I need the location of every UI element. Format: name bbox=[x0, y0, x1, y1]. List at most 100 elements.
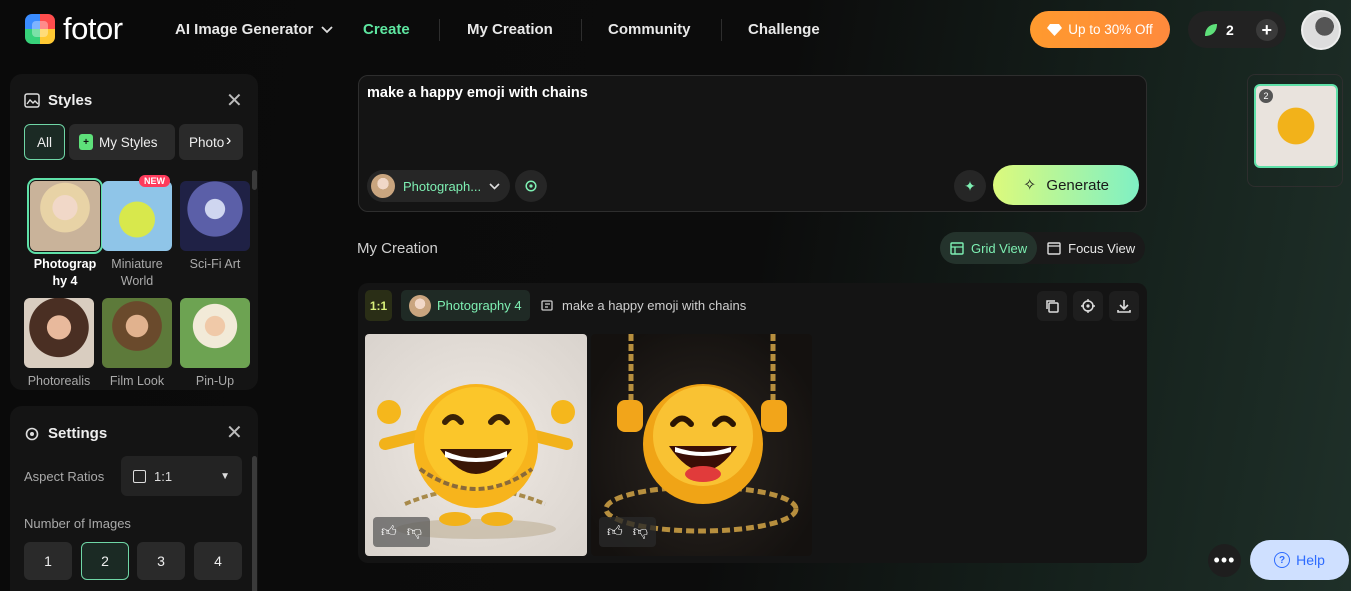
add-credits-button[interactable]: + bbox=[1255, 18, 1278, 41]
style-selector-label: Photograph... bbox=[403, 178, 482, 194]
tab-photo[interactable]: Photo bbox=[179, 124, 243, 160]
style-thumb bbox=[180, 298, 250, 368]
fotor-logo[interactable]: fotor bbox=[25, 11, 123, 46]
settings-panel: Settings ✕ Aspect Ratios 1:1 ▼ Number of… bbox=[10, 406, 258, 591]
fotor-logo-icon bbox=[25, 14, 55, 44]
remix-button[interactable] bbox=[1073, 291, 1103, 321]
count-option-2[interactable]: 2 bbox=[81, 542, 129, 580]
my-styles-icon: + bbox=[79, 134, 93, 150]
style-card-film-look[interactable]: Film Look bbox=[98, 298, 176, 390]
style-label: Film Look bbox=[109, 374, 165, 388]
number-of-images-label: Number of Images bbox=[24, 516, 131, 531]
style-thumb bbox=[102, 298, 172, 368]
generate-label: Generate bbox=[1046, 176, 1109, 194]
prompt-input[interactable]: make a happy emoji with chains bbox=[367, 85, 588, 101]
history-thumbnail[interactable]: 2 bbox=[1254, 84, 1338, 168]
count-option-4[interactable]: 4 bbox=[194, 542, 242, 580]
nav-divider bbox=[581, 19, 582, 41]
copy-icon bbox=[1046, 300, 1059, 313]
styles-title: Styles bbox=[48, 92, 93, 109]
style-thumb: NEW bbox=[102, 175, 172, 251]
advanced-settings-button[interactable] bbox=[515, 170, 547, 202]
view-toggle: Grid View Focus View bbox=[940, 232, 1146, 264]
thumbs-up-icon[interactable]: 👍︎ bbox=[381, 523, 397, 541]
thumbs-down-icon[interactable]: 👎︎ bbox=[407, 523, 422, 541]
download-button[interactable] bbox=[1109, 291, 1139, 321]
style-label: Photorealis bbox=[27, 374, 91, 388]
thumbs-up-icon[interactable]: 👍︎ bbox=[607, 523, 623, 541]
remix-icon bbox=[1081, 299, 1095, 313]
more-options-button[interactable]: ••• bbox=[1208, 544, 1241, 577]
question-icon: ? bbox=[1274, 552, 1291, 568]
promo-button[interactable]: Up to 30% Off bbox=[1030, 11, 1170, 48]
nav-community[interactable]: Community bbox=[608, 21, 691, 38]
styles-scrollbar[interactable] bbox=[252, 170, 257, 190]
creation-card: 1:1 Photography 4 make a happy emoji wit… bbox=[358, 283, 1147, 563]
grid-view-button[interactable]: Grid View bbox=[940, 232, 1038, 264]
my-creation-title: My Creation bbox=[357, 240, 438, 257]
tab-label: Photo bbox=[189, 134, 225, 150]
tab-my-styles[interactable]: + My Styles bbox=[69, 124, 175, 160]
tab-all[interactable]: All bbox=[24, 124, 65, 160]
chevron-down-icon bbox=[321, 25, 334, 33]
prompt-tag: make a happy emoji with chains bbox=[541, 298, 746, 313]
history-count-badge: 2 bbox=[1259, 89, 1273, 103]
style-thumb bbox=[24, 298, 94, 368]
generated-image-1[interactable]: 👍︎ 👎︎ bbox=[365, 334, 587, 556]
nav-create[interactable]: Create bbox=[363, 21, 410, 38]
promo-label: Up to 30% Off bbox=[1068, 22, 1153, 37]
count-option-3[interactable]: 3 bbox=[137, 542, 185, 580]
style-selector[interactable]: Photograph... bbox=[367, 170, 511, 202]
focus-view-button[interactable]: Focus View bbox=[1037, 232, 1145, 264]
style-label: Sci-Fi Art bbox=[189, 257, 241, 271]
chevron-right-icon[interactable]: › bbox=[226, 132, 231, 150]
help-button[interactable]: ? Help bbox=[1250, 540, 1349, 580]
styles-panel: Styles ✕ All + My Styles Photo › Photogr… bbox=[10, 74, 258, 390]
nav-my-creation[interactable]: My Creation bbox=[467, 21, 553, 38]
enhance-prompt-button[interactable]: ✦ bbox=[954, 170, 986, 202]
style-label: Miniature World bbox=[111, 257, 163, 288]
style-label: Photograp hy 4 bbox=[33, 257, 97, 288]
magic-wand-icon: ✧ bbox=[1023, 177, 1037, 194]
style-tag-label: Photography 4 bbox=[437, 298, 522, 313]
download-icon bbox=[1117, 300, 1131, 313]
gear-icon bbox=[525, 180, 537, 192]
nav-divider bbox=[721, 19, 722, 41]
style-card-pin-up[interactable]: Pin-Up bbox=[176, 298, 254, 390]
copy-button[interactable] bbox=[1037, 291, 1067, 321]
diamond-icon bbox=[1047, 24, 1063, 36]
style-thumb bbox=[180, 181, 250, 251]
image-style-icon bbox=[24, 93, 40, 108]
new-badge: NEW bbox=[139, 175, 170, 187]
settings-scrollbar[interactable] bbox=[252, 456, 257, 591]
style-card-photorealistic[interactable]: Photorealis bbox=[20, 298, 98, 390]
chevron-down-icon bbox=[489, 182, 500, 190]
count-option-1[interactable]: 1 bbox=[24, 542, 72, 580]
style-card-miniature-world[interactable]: NEW Miniature World bbox=[98, 175, 176, 290]
tab-label: My Styles bbox=[99, 134, 158, 150]
nav-label: AI Image Generator bbox=[175, 21, 314, 38]
style-card-sci-fi-art[interactable]: Sci-Fi Art bbox=[176, 181, 254, 273]
nav-challenge[interactable]: Challenge bbox=[748, 21, 820, 38]
close-styles-icon[interactable]: ✕ bbox=[226, 91, 243, 111]
thumbs-down-icon[interactable]: 👎︎ bbox=[633, 523, 648, 541]
generate-button[interactable]: ✧ Generate bbox=[993, 165, 1139, 205]
nav-ai-image-generator[interactable]: AI Image Generator bbox=[175, 21, 334, 38]
aspect-ratio-select[interactable]: 1:1 ▼ bbox=[121, 456, 242, 496]
prompt-tag-label: make a happy emoji with chains bbox=[562, 298, 747, 313]
settings-icon bbox=[25, 427, 39, 440]
style-thumb bbox=[27, 178, 103, 254]
style-card-photography4[interactable]: Photograp hy 4 bbox=[26, 178, 104, 290]
grid-icon bbox=[950, 241, 964, 255]
style-tag[interactable]: Photography 4 bbox=[401, 290, 530, 321]
grid-view-label: Grid View bbox=[971, 240, 1028, 256]
user-avatar[interactable] bbox=[1301, 10, 1341, 50]
focus-view-label: Focus View bbox=[1068, 240, 1136, 256]
logo-text: fotor bbox=[63, 11, 123, 46]
credits-widget: 2 + bbox=[1188, 11, 1286, 48]
history-sidebar: 2 bbox=[1247, 74, 1343, 187]
close-settings-icon[interactable]: ✕ bbox=[226, 423, 243, 443]
nav-divider bbox=[439, 19, 440, 41]
generated-image-2[interactable]: 👍︎ 👎︎ bbox=[591, 334, 812, 556]
square-ratio-icon bbox=[133, 469, 146, 483]
